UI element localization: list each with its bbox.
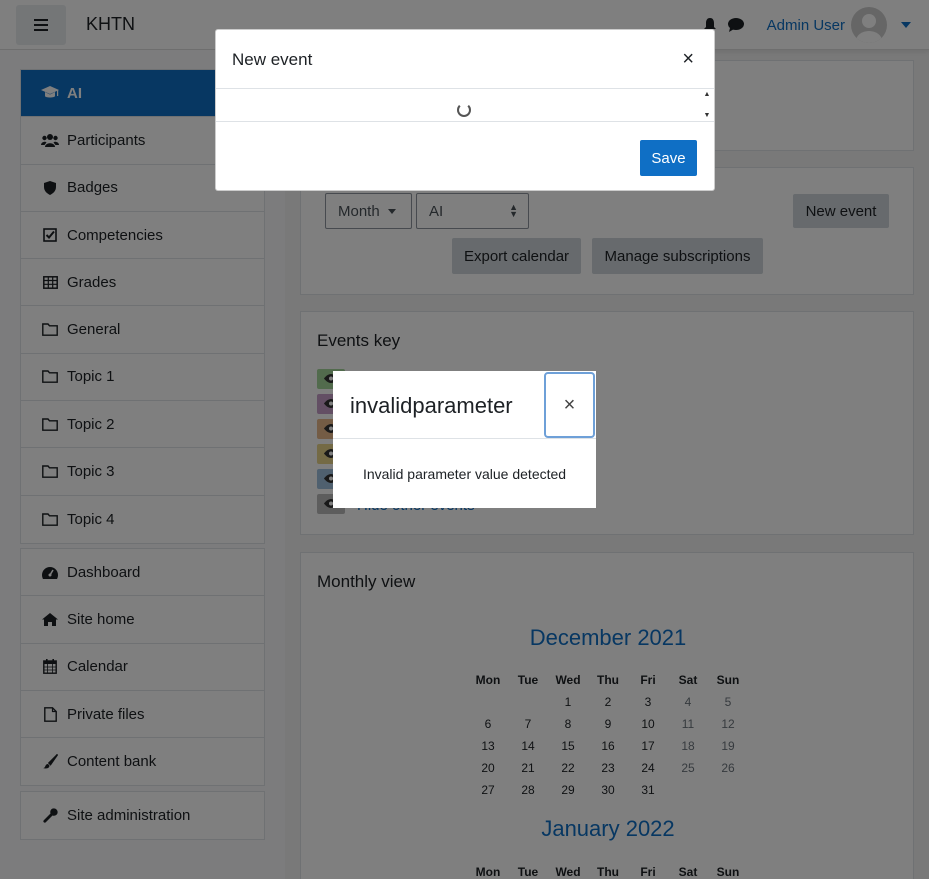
close-icon: × bbox=[563, 393, 576, 416]
modal-header: invalidparameter × bbox=[333, 371, 596, 439]
close-button[interactable]: × bbox=[544, 372, 595, 438]
error-title: invalidparameter bbox=[350, 393, 513, 418]
error-modal: invalidparameter × Invalid parameter val… bbox=[333, 371, 596, 508]
error-message: Invalid parameter value detected bbox=[362, 466, 567, 482]
